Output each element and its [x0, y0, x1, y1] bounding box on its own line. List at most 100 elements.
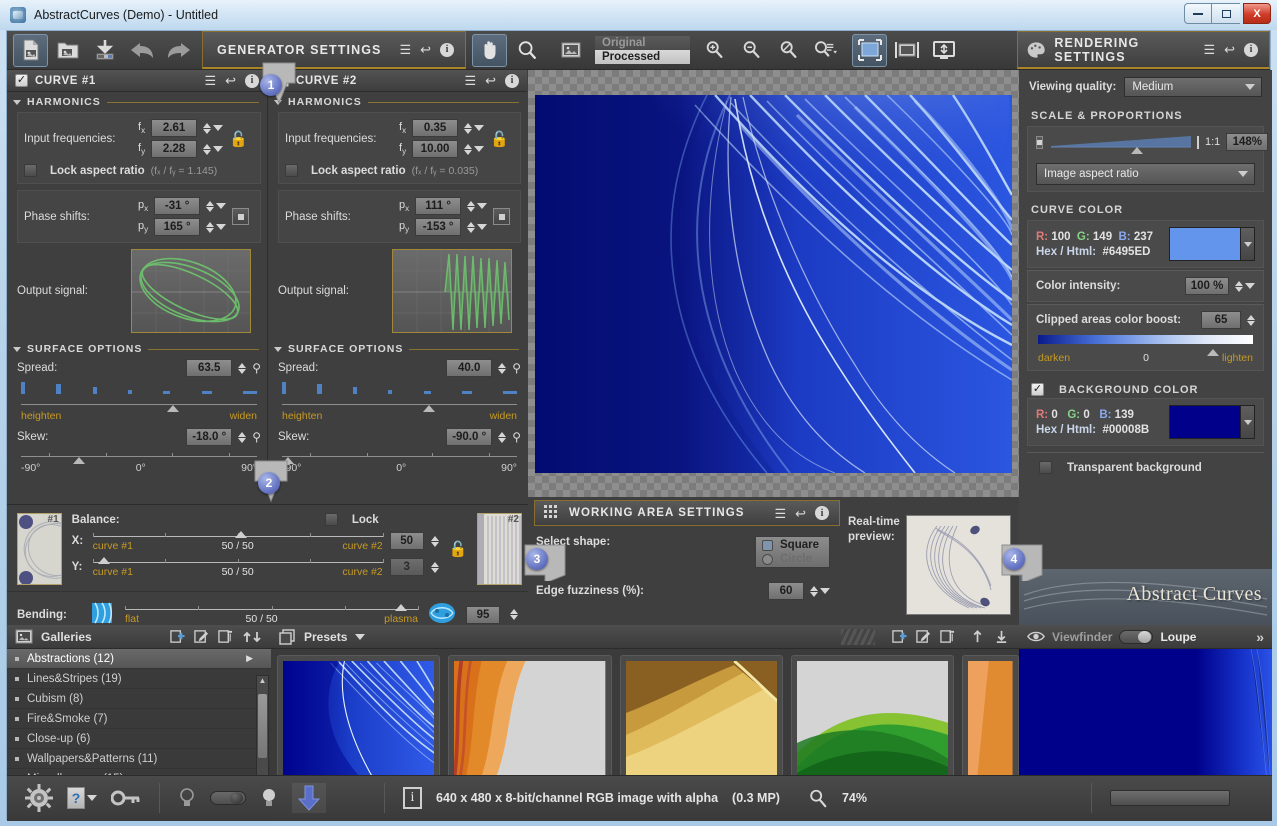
apply-download-icon[interactable] — [292, 783, 326, 813]
phase-randomize-button[interactable] — [232, 208, 249, 225]
reset-icon[interactable]: ↩ — [1224, 43, 1235, 56]
skew-slider-thumb[interactable] — [73, 457, 85, 464]
zoom-in-icon[interactable] — [697, 34, 732, 67]
loupe-label[interactable]: Loupe — [1160, 630, 1196, 644]
fx-spinner[interactable] — [464, 123, 472, 134]
balance-x-thumb[interactable] — [235, 531, 247, 538]
fx-dropdown-icon[interactable] — [474, 125, 484, 131]
tab-original[interactable]: Original — [595, 36, 690, 50]
edge-fuzziness-dropdown-icon[interactable] — [820, 588, 830, 594]
lights-toggle[interactable] — [210, 791, 246, 805]
balance-x-spinner[interactable] — [431, 536, 439, 547]
boost-spinner[interactable] — [1247, 315, 1255, 326]
skew-spinner[interactable] — [498, 432, 506, 443]
intensity-dropdown-icon[interactable] — [1245, 283, 1255, 289]
spread-spinner[interactable] — [498, 363, 506, 374]
bulb-on-icon[interactable] — [260, 787, 278, 809]
hand-tool-icon[interactable] — [472, 34, 507, 67]
info-icon[interactable]: i — [403, 787, 422, 809]
balance-y-input[interactable]: 3 — [390, 558, 424, 576]
zoom-status-icon[interactable] — [808, 788, 828, 808]
minimize-button[interactable] — [1184, 3, 1212, 24]
help-button[interactable]: ? — [67, 787, 97, 809]
freq-lock-icon[interactable]: 🔓 — [229, 130, 248, 148]
balance-y-spinner[interactable] — [431, 562, 439, 573]
bending-slider[interactable]: flat 50 / 50 plasma — [125, 605, 418, 625]
curve-2-lock-aspect-checkbox[interactable] — [285, 164, 298, 177]
info-icon[interactable]: i — [1244, 43, 1258, 57]
transparent-background-checkbox[interactable] — [1039, 461, 1052, 474]
curve-1-lock-aspect-checkbox[interactable] — [24, 164, 37, 177]
aspect-ratio-select[interactable]: Image aspect ratio — [1036, 163, 1255, 185]
redo-icon[interactable] — [161, 34, 196, 67]
px-dropdown-icon[interactable] — [477, 203, 487, 209]
viewing-quality-select[interactable]: Medium — [1124, 77, 1262, 97]
fx-input[interactable]: 0.35 — [412, 119, 458, 137]
viewfinder-loupe-toggle[interactable] — [1119, 630, 1153, 644]
presets-dropdown-icon[interactable] — [355, 634, 365, 640]
spread-slider-thumb[interactable] — [167, 405, 179, 412]
spread-slider-thumb[interactable] — [423, 405, 435, 412]
download-preset-icon[interactable] — [994, 629, 1009, 644]
skew-input[interactable]: -18.0 ° — [186, 428, 232, 446]
scale-slider[interactable] — [1049, 135, 1191, 149]
viewfinder-label[interactable]: Viewfinder — [1052, 630, 1112, 644]
fy-spinner[interactable] — [203, 144, 211, 155]
curve-1-thumbnail[interactable]: #1 — [17, 513, 62, 585]
skew-magnifier-icon[interactable]: ⚲ — [512, 430, 521, 444]
spread-input[interactable]: 40.0 — [446, 359, 492, 377]
balance-lock-checkbox[interactable] — [325, 513, 338, 526]
eye-icon[interactable] — [1027, 630, 1045, 643]
menu-icon[interactable]: ☰ — [1203, 43, 1215, 56]
fx-input[interactable]: 2.61 — [151, 119, 197, 137]
actual-size-icon[interactable] — [889, 34, 924, 67]
intensity-spinner[interactable] — [1235, 281, 1243, 292]
scale-large-icon[interactable] — [1197, 136, 1199, 149]
edge-fuzziness-spinner[interactable] — [810, 586, 818, 597]
background-color-checkbox[interactable]: ✓ — [1031, 383, 1044, 396]
phase-randomize-button[interactable] — [493, 208, 510, 225]
bulb-off-icon[interactable] — [178, 787, 196, 809]
move-updown-icon[interactable] — [242, 630, 264, 644]
curve-2-thumbnail[interactable]: #2 — [477, 513, 522, 585]
fx-spinner[interactable] — [203, 123, 211, 134]
balance-y-slider[interactable]: curve #1 50 / 50 curve #2 — [93, 556, 383, 578]
boost-gradient-bar[interactable] — [1038, 335, 1253, 344]
freq-lock-icon[interactable]: 🔓 — [490, 130, 509, 148]
py-input[interactable]: 165 ° — [154, 218, 200, 236]
key-icon[interactable] — [111, 789, 141, 807]
color-intensity-input[interactable]: 100 % — [1185, 277, 1229, 295]
py-dropdown-icon[interactable] — [216, 224, 226, 230]
skew-input[interactable]: -90.0 ° — [446, 428, 492, 446]
delete-preset-icon[interactable] — [940, 629, 955, 644]
curve-1-surface-header[interactable]: SURFACE OPTIONS — [7, 339, 267, 357]
menu-icon[interactable]: ☰ — [774, 507, 786, 520]
zoom-menu-icon[interactable] — [808, 34, 843, 67]
bending-slider-thumb[interactable] — [395, 604, 407, 611]
fy-input[interactable]: 2.28 — [151, 140, 197, 158]
spread-spinner[interactable] — [238, 363, 246, 374]
gallery-item[interactable]: Lines&Stripes (19) — [7, 669, 271, 689]
spread-slider-track[interactable] — [21, 404, 257, 405]
upload-preset-icon[interactable] — [970, 629, 985, 644]
info-icon[interactable]: i — [505, 74, 519, 88]
edit-gallery-icon[interactable] — [194, 629, 209, 644]
curve-1-enable-checkbox[interactable]: ✓ — [15, 74, 28, 87]
px-dropdown-icon[interactable] — [216, 203, 226, 209]
fullscreen-icon[interactable] — [926, 34, 961, 67]
gallery-item[interactable]: Fire&Smoke (7) — [7, 709, 271, 729]
spread-magnifier-icon[interactable]: ⚲ — [512, 361, 521, 375]
px-input[interactable]: -31 ° — [154, 197, 200, 215]
zoom-out-icon[interactable] — [734, 34, 769, 67]
fy-spinner[interactable] — [464, 144, 472, 155]
px-spinner[interactable] — [206, 201, 214, 212]
edit-preset-icon[interactable] — [916, 629, 931, 644]
fy-dropdown-icon[interactable] — [474, 146, 484, 152]
maximize-button[interactable] — [1212, 3, 1240, 24]
curve-color-swatch[interactable] — [1169, 227, 1241, 261]
gallery-item[interactable]: Close-up (6) — [7, 729, 271, 749]
gear-icon[interactable] — [25, 784, 53, 812]
curve-2-harmonics-header[interactable]: HARMONICS — [268, 92, 527, 110]
delete-gallery-icon[interactable] — [218, 629, 233, 644]
py-spinner[interactable] — [467, 222, 475, 233]
